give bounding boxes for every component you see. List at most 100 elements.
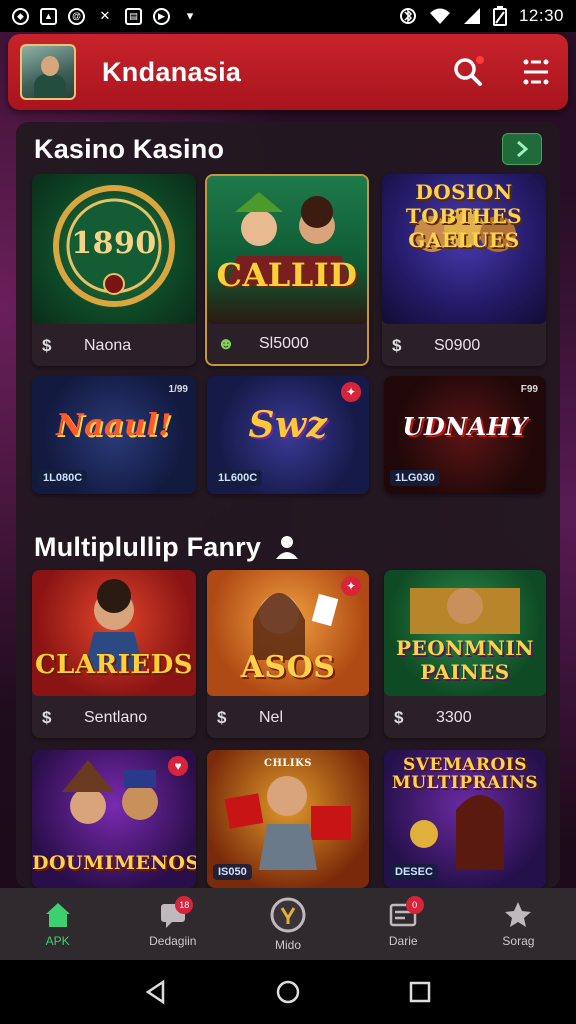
coin-icon: $	[392, 336, 402, 355]
hot-badge: ✦	[341, 576, 361, 596]
game-thumbnail: UDNAHY F99 1LG030	[384, 376, 546, 494]
shuffle-icon: ✕	[99, 8, 111, 23]
game-title: CLARIEDS	[34, 650, 194, 680]
battery-icon	[492, 6, 507, 26]
back-icon[interactable]	[143, 979, 169, 1005]
game-label: 3300	[436, 709, 472, 726]
game-thumbnail: 1890	[32, 174, 196, 324]
notification-dot	[476, 56, 484, 64]
game-card[interactable]: PEONMNIN PAINES $ 3300	[384, 570, 546, 738]
price-tag: 1L080C	[38, 470, 88, 486]
coin-icon: $	[42, 708, 52, 727]
game-title: PEONMNIN PAINES	[395, 636, 535, 684]
game-thumbnail: CALLID	[207, 176, 367, 324]
game-title: ASOS	[240, 650, 336, 685]
nav-item-mido[interactable]: Mido	[230, 888, 345, 960]
game-label: Naona	[84, 337, 132, 354]
app-title: Kndanasia	[102, 56, 242, 87]
game-card[interactable]: 1890 $ Naona	[32, 174, 196, 366]
game-thumbnail: CHLIKS IS050	[207, 750, 369, 888]
game-label: Sentlano	[84, 709, 148, 726]
game-card[interactable]: UDNAHY F99 1LG030	[384, 376, 546, 494]
content-panel: Kasino Kasino 1890 $ Naona CALLID ☻ Sl50…	[16, 122, 560, 888]
corner-label: 1/99	[168, 384, 188, 395]
nav-label: Darie	[388, 934, 418, 948]
search-button[interactable]	[448, 52, 488, 92]
game-title: UDNAHY	[402, 412, 528, 441]
game-title: Naaul!	[56, 408, 172, 443]
signal-icon	[463, 8, 480, 24]
game-thumbnail: Swz ✦ 1L600C	[207, 376, 369, 494]
status-bar: ◆ ▲ @ ✕ ▤ ▶ ▾ 12:30	[0, 0, 576, 32]
section-title: Kasino Kasino	[34, 133, 225, 164]
game-card[interactable]: Naaul! 1/99 1L080C	[32, 376, 196, 494]
screen: ◆ ▲ @ ✕ ▤ ▶ ▾ 12:30 Kndanasia Kasino Kas…	[0, 0, 576, 1024]
game-card[interactable]: Swz ✦ 1L600C	[207, 376, 369, 494]
game-card[interactable]: CLARIEDS $ Sentlano	[32, 570, 196, 738]
nav-item-darie[interactable]: 0 Darie	[346, 888, 461, 960]
game-thumbnail: DOSION TOBTHES GAELUES	[382, 174, 546, 324]
game-thumbnail: PEONMNIN PAINES	[384, 570, 546, 696]
game-title: CALLID	[216, 256, 358, 294]
game-title: SVEMAROIS MULTIPRAINS	[391, 755, 539, 793]
nav-label: APK	[45, 934, 70, 948]
game-label: S0900	[434, 337, 481, 354]
hot-badge: ♥	[168, 756, 188, 776]
see-more-button[interactable]	[502, 133, 542, 165]
game-card[interactable]: SVEMAROIS MULTIPRAINS DESEC	[384, 750, 546, 888]
gallery-icon: ▲	[40, 7, 57, 25]
game-title: DOUMIMENOS	[32, 852, 196, 874]
badge-icon: ☻	[217, 334, 235, 353]
game-tag: CHLIKS	[263, 758, 313, 769]
game-card[interactable]: DOUMIMENOS ♥	[32, 750, 196, 888]
calendar-icon: ▤	[125, 7, 142, 25]
nav-label: Dedagiin	[149, 934, 197, 948]
nav-label: Sorag	[502, 934, 535, 948]
nav-badge: 0	[405, 896, 424, 914]
game-title: 1890	[71, 226, 157, 261]
bluetooth-icon	[399, 8, 416, 24]
game-card[interactable]: CALLID ☻ Sl5000	[205, 174, 369, 366]
nav-item-dedagiin[interactable]: 18 Dedagiin	[115, 888, 230, 960]
game-card[interactable]: CHLIKS IS050	[207, 750, 369, 888]
game-thumbnail: SVEMAROIS MULTIPRAINS DESEC	[384, 750, 546, 888]
system-nav-bar	[0, 960, 576, 1024]
app-bar: Kndanasia	[8, 34, 568, 110]
bottom-nav: APK 18 Dedagiin Mido 0 Darie Sorag	[0, 888, 576, 960]
dropdown-icon: ▾	[186, 8, 194, 23]
game-label: Nel	[259, 709, 284, 726]
section-header-kasino: Kasino Kasino	[16, 124, 560, 174]
game-card[interactable]: ASOS ✦ $ Nel	[207, 570, 369, 738]
game-title: Swz	[248, 404, 328, 446]
corner-label: F99	[520, 384, 538, 395]
clock: 12:30	[518, 6, 564, 25]
nav-badge: 18	[175, 896, 194, 914]
game-title: DOSION TOBTHES GAELUES	[405, 180, 523, 252]
chevron-right-icon	[517, 140, 529, 158]
nav-label: Mido	[275, 938, 302, 952]
game-thumbnail: Naaul! 1/99 1L080C	[32, 376, 196, 494]
home-circle-icon[interactable]	[275, 979, 301, 1005]
play-icon: ▶	[153, 7, 170, 25]
game-thumbnail: CLARIEDS	[32, 570, 196, 696]
nav-item-apk[interactable]: APK	[0, 888, 115, 960]
avatar[interactable]	[20, 44, 76, 100]
coin-icon: $	[394, 708, 404, 727]
grid-menu-icon	[523, 59, 549, 85]
game-thumbnail: DOUMIMENOS ♥	[32, 750, 196, 888]
price-tag: DESEC	[390, 864, 438, 880]
game-label: Sl5000	[259, 335, 309, 352]
game-thumbnail: ASOS ✦	[207, 570, 369, 696]
price-tag: 1L600C	[213, 470, 263, 486]
wifi-icon	[429, 8, 450, 24]
user-icon	[276, 536, 299, 559]
recents-icon[interactable]	[407, 979, 433, 1005]
app-icon: @	[68, 7, 85, 25]
price-tag: IS050	[213, 864, 252, 880]
price-tag: 1LG030	[390, 470, 440, 486]
game-card[interactable]: DOSION TOBTHES GAELUES $ S0900	[382, 174, 546, 366]
hot-badge: ✦	[341, 382, 361, 402]
nav-item-sorag[interactable]: Sorag	[461, 888, 576, 960]
home-icon	[45, 903, 70, 927]
menu-button[interactable]	[516, 52, 556, 92]
